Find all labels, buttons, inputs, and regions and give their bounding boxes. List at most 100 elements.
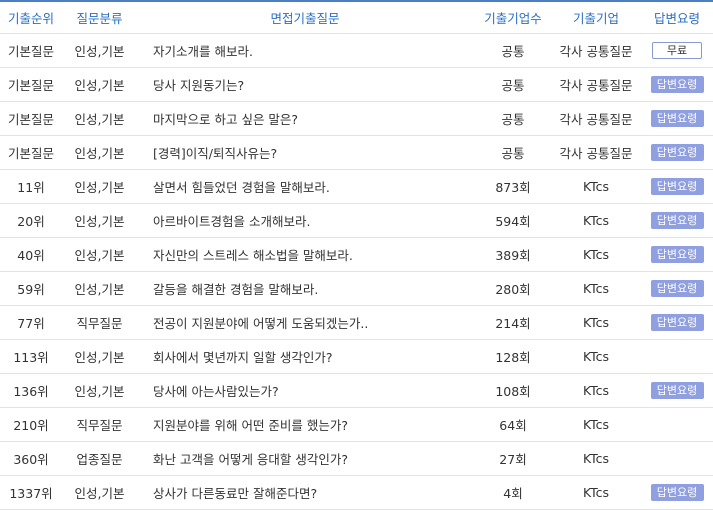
category-cell: 인성,기본: [74, 350, 125, 365]
question-link[interactable]: 지원분야를 위해 어떤 준비를 했는가?: [153, 408, 473, 441]
rank-cell: 113위: [13, 350, 49, 365]
answer-guide-button[interactable]: 답변요령: [650, 212, 704, 229]
answer-cell: 답변요령: [641, 136, 713, 169]
rank-cell: 기본질문: [7, 78, 54, 93]
company-cell: 각사 공통질문: [559, 146, 633, 161]
count-cell: 214회: [495, 316, 531, 331]
category-cell: 인성,기본: [74, 282, 125, 297]
question-link[interactable]: 자신만의 스트레스 해소법을 말해보라.: [153, 238, 473, 271]
table-row: 기본질문 인성,기본 [경력]이직/퇴직사유는? 공통 각사 공통질문 답변요령: [0, 136, 713, 170]
category-cell: 인성,기본: [74, 112, 125, 127]
category-cell: 직무질문: [76, 418, 123, 433]
free-answer-button[interactable]: 무료: [652, 42, 702, 59]
count-cell: 873회: [495, 180, 531, 195]
answer-cell: 답변요령: [641, 68, 713, 101]
answer-guide-button[interactable]: 답변요령: [650, 314, 704, 331]
count-cell: 공통: [501, 146, 525, 161]
answer-cell: 답변요령: [641, 306, 713, 339]
answer-cell: [641, 340, 713, 373]
answer-cell: 답변요령: [641, 170, 713, 203]
company-cell: 각사 공통질문: [559, 112, 633, 127]
question-link[interactable]: 당사에 아는사람있는가?: [153, 374, 473, 407]
count-cell: 128회: [495, 350, 531, 365]
answer-guide-button[interactable]: 답변요령: [650, 76, 704, 93]
answer-guide-button[interactable]: 답변요령: [650, 280, 704, 297]
answer-guide-button[interactable]: 답변요령: [650, 178, 704, 195]
company-cell: KTcs: [582, 383, 610, 398]
answer-cell: 답변요령: [641, 102, 713, 135]
question-link[interactable]: 당사 지원동기는?: [153, 68, 473, 101]
header-answer: 답변요령: [653, 11, 700, 26]
question-link[interactable]: 살면서 힘들었던 경험을 말해보라.: [153, 170, 473, 203]
table-row: 360위 업종질문 화난 고객을 어떻게 응대할 생각인가? 27회 KTcs: [0, 442, 713, 476]
rank-cell: 20위: [17, 214, 45, 229]
table-row: 기본질문 인성,기본 마지막으로 하고 싶은 말은? 공통 각사 공통질문 답변요령: [0, 102, 713, 136]
company-cell: KTcs: [582, 281, 610, 296]
category-cell: 인성,기본: [74, 78, 125, 93]
count-cell: 공통: [501, 78, 525, 93]
count-cell: 594회: [495, 214, 531, 229]
question-link[interactable]: 자기소개를 해보라.: [153, 34, 473, 67]
rank-cell: 136위: [13, 384, 49, 399]
answer-guide-button[interactable]: 답변요령: [650, 144, 704, 161]
table-row: 59위 인성,기본 갈등을 해결한 경험을 말해보라. 280회 KTcs 답변요령: [0, 272, 713, 306]
category-cell: 직무질문: [76, 316, 123, 331]
question-link[interactable]: [경력]이직/퇴직사유는?: [153, 136, 473, 169]
question-link[interactable]: 아르바이트경험을 소개해보라.: [153, 204, 473, 237]
company-cell: 각사 공통질문: [559, 78, 633, 93]
table-row: 기본질문 인성,기본 자기소개를 해보라. 공통 각사 공통질문 무료: [0, 34, 713, 68]
count-cell: 27회: [499, 452, 527, 467]
header-category: 질문분류: [76, 11, 123, 26]
question-link[interactable]: 전공이 지원분야에 어떻게 도움되겠는가..: [153, 306, 473, 339]
rank-cell: 기본질문: [7, 44, 54, 59]
company-cell: 각사 공통질문: [559, 44, 633, 59]
rank-cell: 기본질문: [7, 112, 54, 127]
table-row: 기본질문 인성,기본 당사 지원동기는? 공통 각사 공통질문 답변요령: [0, 68, 713, 102]
count-cell: 389회: [495, 248, 531, 263]
question-link[interactable]: 갈등을 해결한 경험을 말해보라.: [153, 272, 473, 305]
category-cell: 업종질문: [76, 452, 123, 467]
table-row: 20위 인성,기본 아르바이트경험을 소개해보라. 594회 KTcs 답변요령: [0, 204, 713, 238]
category-cell: 인성,기본: [74, 146, 125, 161]
table-row: 77위 직무질문 전공이 지원분야에 어떻게 도움되겠는가.. 214회 KTcs 답변요…: [0, 306, 713, 340]
answer-cell: 답변요령: [641, 204, 713, 237]
answer-guide-button[interactable]: 답변요령: [650, 246, 704, 263]
count-cell: 4회: [503, 486, 523, 501]
rank-cell: 77위: [17, 316, 45, 331]
rank-cell: 59위: [17, 282, 45, 297]
category-cell: 인성,기본: [74, 44, 125, 59]
answer-cell: 답변요령: [641, 476, 713, 509]
header-company: 기출기업: [572, 11, 619, 26]
question-link[interactable]: 마지막으로 하고 싶은 말은?: [153, 102, 473, 135]
company-cell: KTcs: [582, 315, 610, 330]
answer-guide-button[interactable]: 답변요령: [650, 484, 704, 501]
count-cell: 108회: [495, 384, 531, 399]
table-row: 210위 직무질문 지원분야를 위해 어떤 준비를 했는가? 64회 KTcs: [0, 408, 713, 442]
category-cell: 인성,기본: [74, 180, 125, 195]
count-cell: 280회: [495, 282, 531, 297]
question-link[interactable]: 회사에서 몇년까지 일할 생각인가?: [153, 340, 473, 373]
answer-cell: 답변요령: [641, 238, 713, 271]
question-link[interactable]: 화난 고객을 어떻게 응대할 생각인가?: [153, 442, 473, 475]
rank-cell: 기본질문: [7, 146, 54, 161]
count-cell: 공통: [501, 44, 525, 59]
rank-cell: 360위: [13, 452, 49, 467]
answer-cell: [641, 408, 713, 441]
company-cell: KTcs: [582, 451, 610, 466]
table-header: 기출순위 질문분류 면접기출질문 기출기업수 기출기업 답변요령: [0, 2, 713, 34]
question-link[interactable]: 상사가 다른동료만 잘해준다면?: [153, 476, 473, 509]
company-cell: KTcs: [582, 213, 610, 228]
count-cell: 64회: [499, 418, 527, 433]
rank-cell: 1337위: [9, 486, 53, 501]
answer-guide-button[interactable]: 답변요령: [650, 110, 704, 127]
rank-cell: 11위: [17, 180, 45, 195]
answer-guide-button[interactable]: 답변요령: [650, 382, 704, 399]
answer-cell: [641, 442, 713, 475]
table-row: 1337위 인성,기본 상사가 다른동료만 잘해준다면? 4회 KTcs 답변요령: [0, 476, 713, 510]
category-cell: 인성,기본: [74, 486, 125, 501]
table-row: 136위 인성,기본 당사에 아는사람있는가? 108회 KTcs 답변요령: [0, 374, 713, 408]
company-cell: KTcs: [582, 349, 610, 364]
answer-cell: 답변요령: [641, 374, 713, 407]
answer-cell: 답변요령: [641, 272, 713, 305]
company-cell: KTcs: [582, 417, 610, 432]
